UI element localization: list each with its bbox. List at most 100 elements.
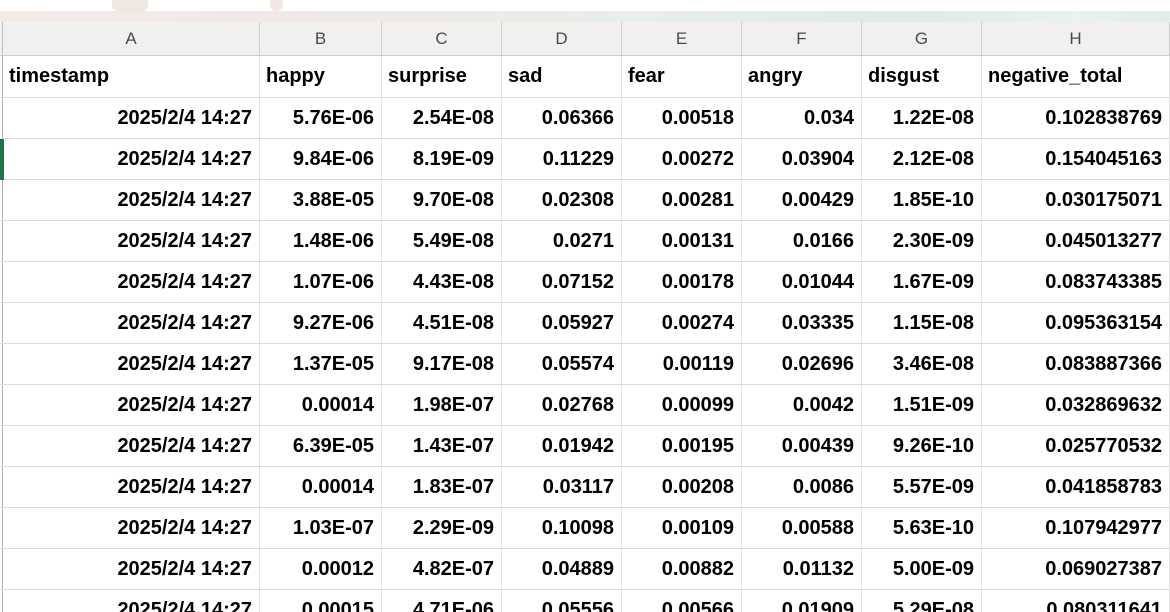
column-header-b[interactable]: B: [260, 22, 382, 55]
cell[interactable]: 4.82E-07: [382, 549, 502, 589]
cell[interactable]: 0.0271: [502, 221, 622, 261]
column-header-g[interactable]: G: [862, 22, 982, 55]
cell[interactable]: 0.00012: [260, 549, 382, 589]
cell[interactable]: 0.00439: [742, 426, 862, 466]
cell[interactable]: 0.03117: [502, 467, 622, 507]
cell[interactable]: 0.01044: [742, 262, 862, 302]
browser-tab-strip[interactable]: [0, 0, 1170, 11]
field-header-disgust[interactable]: disgust: [862, 56, 982, 97]
cell[interactable]: 0.00195: [622, 426, 742, 466]
cell[interactable]: 0.095363154: [982, 303, 1170, 343]
cell[interactable]: 0.083887366: [982, 344, 1170, 384]
cell[interactable]: 0.045013277: [982, 221, 1170, 261]
cell[interactable]: 0.032869632: [982, 385, 1170, 425]
cell[interactable]: 0.00429: [742, 180, 862, 220]
cell[interactable]: 0.00099: [622, 385, 742, 425]
cell[interactable]: 9.26E-10: [862, 426, 982, 466]
cell[interactable]: 0.02696: [742, 344, 862, 384]
cell[interactable]: 0.05574: [502, 344, 622, 384]
cell[interactable]: 1.15E-08: [862, 303, 982, 343]
cell[interactable]: 1.22E-08: [862, 98, 982, 138]
cell[interactable]: 0.080311641: [982, 590, 1170, 612]
cell[interactable]: 0.04889: [502, 549, 622, 589]
field-header-surprise[interactable]: surprise: [382, 56, 502, 97]
cell[interactable]: 0.01942: [502, 426, 622, 466]
column-header-h[interactable]: H: [982, 22, 1170, 55]
cell[interactable]: 0.00109: [622, 508, 742, 548]
cell[interactable]: 0.03904: [742, 139, 862, 179]
cell[interactable]: 2025/2/4 14:27: [3, 508, 260, 548]
cell[interactable]: 0.00272: [622, 139, 742, 179]
cell[interactable]: 0.102838769: [982, 98, 1170, 138]
cell[interactable]: 5.00E-09: [862, 549, 982, 589]
field-header-sad[interactable]: sad: [502, 56, 622, 97]
cell[interactable]: 0.01909: [742, 590, 862, 612]
cell[interactable]: 2025/2/4 14:27: [3, 221, 260, 261]
cell[interactable]: 0.02308: [502, 180, 622, 220]
cell[interactable]: 2025/2/4 14:27: [3, 180, 260, 220]
cell[interactable]: 1.98E-07: [382, 385, 502, 425]
cell[interactable]: 0.01132: [742, 549, 862, 589]
cell[interactable]: 2025/2/4 14:27: [3, 590, 260, 612]
field-header-angry[interactable]: angry: [742, 56, 862, 97]
cell[interactable]: 2.12E-08: [862, 139, 982, 179]
cell[interactable]: 0.034: [742, 98, 862, 138]
cell[interactable]: 1.85E-10: [862, 180, 982, 220]
cell[interactable]: 2025/2/4 14:27: [3, 426, 260, 466]
cell[interactable]: 0.0042: [742, 385, 862, 425]
field-header-fear[interactable]: fear: [622, 56, 742, 97]
cell[interactable]: 0.0086: [742, 467, 862, 507]
cell[interactable]: 0.05556: [502, 590, 622, 612]
cell[interactable]: 0.083743385: [982, 262, 1170, 302]
cell[interactable]: 4.71E-06: [382, 590, 502, 612]
cell[interactable]: 0.030175071: [982, 180, 1170, 220]
cell[interactable]: 0.00274: [622, 303, 742, 343]
cell[interactable]: 2025/2/4 14:27: [3, 262, 260, 302]
cell[interactable]: 2025/2/4 14:27: [3, 385, 260, 425]
cell[interactable]: 0.00015: [260, 590, 382, 612]
cell[interactable]: 9.27E-06: [260, 303, 382, 343]
column-header-f[interactable]: F: [742, 22, 862, 55]
cell[interactable]: 1.43E-07: [382, 426, 502, 466]
cell[interactable]: 0.041858783: [982, 467, 1170, 507]
field-header-timestamp[interactable]: timestamp: [3, 56, 260, 97]
cell[interactable]: 1.37E-05: [260, 344, 382, 384]
column-header-a[interactable]: A: [3, 22, 260, 55]
cell[interactable]: 9.84E-06: [260, 139, 382, 179]
cell[interactable]: 0.03335: [742, 303, 862, 343]
cell[interactable]: 0.00518: [622, 98, 742, 138]
cell[interactable]: 0.00882: [622, 549, 742, 589]
cell[interactable]: 0.00566: [622, 590, 742, 612]
cell[interactable]: 3.88E-05: [260, 180, 382, 220]
cell[interactable]: 2025/2/4 14:27: [3, 549, 260, 589]
cell[interactable]: 0.0166: [742, 221, 862, 261]
cell[interactable]: 2.54E-08: [382, 98, 502, 138]
cell[interactable]: 0.069027387: [982, 549, 1170, 589]
cell[interactable]: 2025/2/4 14:27: [3, 344, 260, 384]
column-header-e[interactable]: E: [622, 22, 742, 55]
cell[interactable]: 5.57E-09: [862, 467, 982, 507]
cell[interactable]: 5.29E-08: [862, 590, 982, 612]
cell[interactable]: 9.70E-08: [382, 180, 502, 220]
cell[interactable]: 0.154045163: [982, 139, 1170, 179]
cell[interactable]: 0.00178: [622, 262, 742, 302]
cell[interactable]: 1.07E-06: [260, 262, 382, 302]
column-header-c[interactable]: C: [382, 22, 502, 55]
cell[interactable]: 0.02768: [502, 385, 622, 425]
cell[interactable]: 1.67E-09: [862, 262, 982, 302]
cell[interactable]: 5.49E-08: [382, 221, 502, 261]
cell[interactable]: 4.51E-08: [382, 303, 502, 343]
field-header-negative-total[interactable]: negative_total: [982, 56, 1170, 97]
cell[interactable]: 6.39E-05: [260, 426, 382, 466]
cell[interactable]: 8.19E-09: [382, 139, 502, 179]
cell[interactable]: 2.29E-09: [382, 508, 502, 548]
cell[interactable]: 1.51E-09: [862, 385, 982, 425]
cell[interactable]: 4.43E-08: [382, 262, 502, 302]
cell[interactable]: 0.00281: [622, 180, 742, 220]
cell[interactable]: 0.05927: [502, 303, 622, 343]
cell[interactable]: 0.00208: [622, 467, 742, 507]
cell[interactable]: 5.76E-06: [260, 98, 382, 138]
cell[interactable]: 0.00014: [260, 385, 382, 425]
cell[interactable]: 0.00131: [622, 221, 742, 261]
cell[interactable]: 2025/2/4 14:27: [3, 467, 260, 507]
